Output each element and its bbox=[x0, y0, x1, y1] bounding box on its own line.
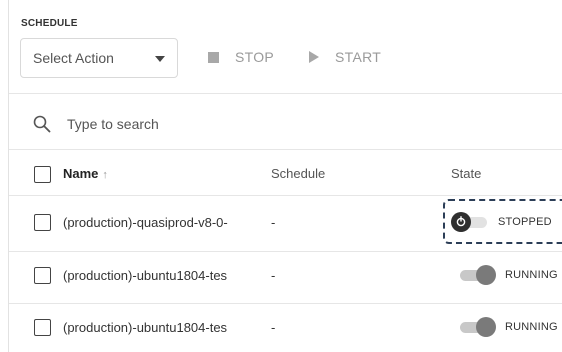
vm-name[interactable]: (production)-ubuntu1804-tes bbox=[63, 268, 263, 283]
column-header-schedule[interactable]: Schedule bbox=[271, 166, 325, 181]
state-label: RUNNING bbox=[505, 321, 558, 333]
chevron-down-icon bbox=[155, 56, 165, 62]
row-checkbox[interactable] bbox=[34, 214, 51, 231]
power-toggle[interactable] bbox=[456, 265, 496, 285]
stop-button[interactable]: STOP bbox=[208, 45, 274, 69]
search-bar[interactable] bbox=[33, 112, 267, 136]
stop-label: STOP bbox=[235, 49, 275, 65]
search-icon bbox=[33, 115, 51, 133]
column-header-state[interactable]: State bbox=[451, 166, 481, 181]
row-checkbox[interactable] bbox=[34, 267, 51, 284]
toggle-knob bbox=[451, 212, 471, 232]
vm-name[interactable]: (production)-quasiprod-v8-0- bbox=[63, 215, 263, 230]
column-header-name[interactable]: Name ↑ bbox=[63, 166, 108, 181]
divider bbox=[9, 149, 562, 150]
power-toggle[interactable] bbox=[456, 317, 496, 337]
divider bbox=[9, 251, 562, 252]
select-action-label: Select Action bbox=[33, 50, 114, 66]
search-input[interactable] bbox=[67, 116, 267, 132]
toggle-knob bbox=[476, 265, 496, 285]
column-header-name-label: Name bbox=[63, 166, 99, 181]
row-checkbox[interactable] bbox=[34, 319, 51, 336]
power-icon bbox=[456, 216, 466, 227]
select-all-checkbox[interactable] bbox=[34, 166, 51, 183]
start-label: START bbox=[335, 49, 382, 65]
toggle-knob bbox=[476, 317, 496, 337]
state-label: STOPPED bbox=[498, 216, 552, 228]
sort-ascending-icon: ↑ bbox=[102, 169, 108, 181]
start-button[interactable]: START bbox=[309, 45, 381, 69]
section-title: SCHEDULE bbox=[21, 18, 78, 29]
divider bbox=[9, 195, 562, 196]
divider bbox=[9, 93, 562, 94]
stop-icon bbox=[208, 51, 219, 63]
schedule-panel: SCHEDULE Select Action STOP START Name↑ … bbox=[8, 0, 562, 352]
vm-schedule: - bbox=[271, 320, 276, 335]
play-icon bbox=[309, 51, 319, 63]
vm-schedule: - bbox=[271, 215, 276, 230]
divider bbox=[9, 303, 562, 304]
select-action-dropdown[interactable]: Select Action bbox=[20, 38, 178, 78]
vm-name[interactable]: (production)-ubuntu1804-tes bbox=[63, 320, 263, 335]
vm-schedule: - bbox=[271, 268, 276, 283]
power-toggle[interactable] bbox=[451, 212, 491, 232]
state-label: RUNNING bbox=[505, 269, 558, 281]
